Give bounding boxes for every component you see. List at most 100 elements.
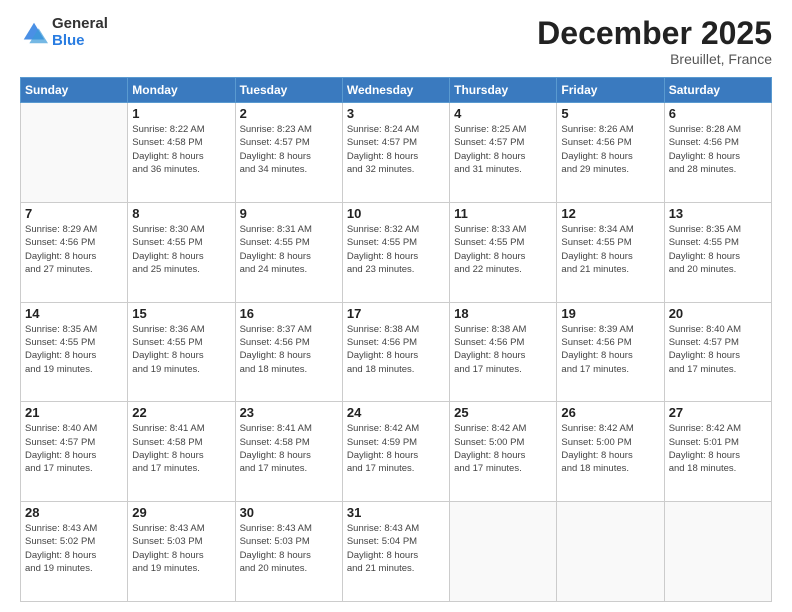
table-row: 5Sunrise: 8:26 AMSunset: 4:56 PMDaylight… [557,103,664,203]
day-number: 31 [347,505,445,520]
table-row: 22Sunrise: 8:41 AMSunset: 4:58 PMDayligh… [128,402,235,502]
day-info: Sunrise: 8:42 AMSunset: 4:59 PMDaylight:… [347,422,445,475]
calendar-table: Sunday Monday Tuesday Wednesday Thursday… [20,77,772,602]
day-number: 5 [561,106,659,121]
logo: General Blue [20,16,108,49]
day-number: 17 [347,306,445,321]
day-info: Sunrise: 8:42 AMSunset: 5:00 PMDaylight:… [561,422,659,475]
calendar-week-row: 7 Sunrise: 8:29 AMSunset: 4:56 PMDaylight… [21,202,772,302]
day-number: 11 [454,206,552,221]
day-number: 30 [240,505,338,520]
logo-text: General Blue [52,16,108,49]
day-number: 1 [132,106,230,121]
day-number: 15 [132,306,230,321]
table-row: 27Sunrise: 8:42 AMSunset: 5:01 PMDayligh… [664,402,771,502]
table-row [21,103,128,203]
table-row: 4 Sunrise: 8:25 AMSunset: 4:57 PMDaylight… [450,103,557,203]
day-info: Sunrise: 8:29 AMSunset: 4:56 PMDaylight:… [25,223,123,276]
day-info: Sunrise: 8:40 AMSunset: 4:57 PMDaylight:… [669,323,767,376]
day-number: 14 [25,306,123,321]
table-row: 14 Sunrise: 8:35 AMSunset: 4:55 PMDayligh… [21,302,128,402]
col-friday: Friday [557,78,664,103]
table-row: 18 Sunrise: 8:38 AMSunset: 4:56 PMDayligh… [450,302,557,402]
logo-blue-text: Blue [52,33,108,50]
table-row: 15 Sunrise: 8:36 AMSunset: 4:55 PMDayligh… [128,302,235,402]
day-number: 6 [669,106,767,121]
day-info: Sunrise: 8:43 AMSunset: 5:03 PMDaylight:… [240,522,338,575]
day-info: Sunrise: 8:35 AMSunset: 4:55 PMDaylight:… [669,223,767,276]
table-row: 7 Sunrise: 8:29 AMSunset: 4:56 PMDaylight… [21,202,128,302]
table-row: 23 Sunrise: 8:41 AMSunset: 4:58 PMDayligh… [235,402,342,502]
day-info: Sunrise: 8:33 AMSunset: 4:55 PMDaylight:… [454,223,552,276]
table-row: 31 Sunrise: 8:43 AMSunset: 5:04 PMDayligh… [342,502,449,602]
col-tuesday: Tuesday [235,78,342,103]
logo-general-text: General [52,16,108,33]
table-row [664,502,771,602]
table-row: 9Sunrise: 8:31 AMSunset: 4:55 PMDaylight… [235,202,342,302]
table-row: 30 Sunrise: 8:43 AMSunset: 5:03 PMDayligh… [235,502,342,602]
day-number: 19 [561,306,659,321]
day-info: Sunrise: 8:43 AMSunset: 5:04 PMDaylight:… [347,522,445,575]
day-info: Sunrise: 8:36 AMSunset: 4:55 PMDaylight:… [132,323,230,376]
day-number: 22 [132,405,230,420]
calendar-week-row: 28 Sunrise: 8:43 AMSunset: 5:02 PMDayligh… [21,502,772,602]
table-row [557,502,664,602]
table-row: 21 Sunrise: 8:40 AMSunset: 4:57 PMDayligh… [21,402,128,502]
table-row: 11 Sunrise: 8:33 AMSunset: 4:55 PMDayligh… [450,202,557,302]
day-info: Sunrise: 8:41 AMSunset: 4:58 PMDaylight:… [240,422,338,475]
day-number: 29 [132,505,230,520]
col-wednesday: Wednesday [342,78,449,103]
table-row: 19Sunrise: 8:39 AMSunset: 4:56 PMDayligh… [557,302,664,402]
day-number: 8 [132,206,230,221]
month-title: December 2025 [537,16,772,51]
location-subtitle: Breuillet, France [537,51,772,67]
title-block: December 2025 Breuillet, France [537,16,772,67]
day-info: Sunrise: 8:30 AMSunset: 4:55 PMDaylight:… [132,223,230,276]
table-row: 16Sunrise: 8:37 AMSunset: 4:56 PMDayligh… [235,302,342,402]
day-number: 24 [347,405,445,420]
day-info: Sunrise: 8:42 AMSunset: 5:00 PMDaylight:… [454,422,552,475]
day-number: 12 [561,206,659,221]
day-info: Sunrise: 8:43 AMSunset: 5:03 PMDaylight:… [132,522,230,575]
day-number: 13 [669,206,767,221]
day-info: Sunrise: 8:37 AMSunset: 4:56 PMDaylight:… [240,323,338,376]
day-info: Sunrise: 8:31 AMSunset: 4:55 PMDaylight:… [240,223,338,276]
day-info: Sunrise: 8:42 AMSunset: 5:01 PMDaylight:… [669,422,767,475]
day-number: 25 [454,405,552,420]
day-number: 28 [25,505,123,520]
day-info: Sunrise: 8:34 AMSunset: 4:55 PMDaylight:… [561,223,659,276]
day-number: 21 [25,405,123,420]
day-number: 7 [25,206,123,221]
day-number: 20 [669,306,767,321]
col-sunday: Sunday [21,78,128,103]
col-monday: Monday [128,78,235,103]
table-row: 10Sunrise: 8:32 AMSunset: 4:55 PMDayligh… [342,202,449,302]
table-row: 24 Sunrise: 8:42 AMSunset: 4:59 PMDayligh… [342,402,449,502]
day-number: 4 [454,106,552,121]
day-info: Sunrise: 8:22 AMSunset: 4:58 PMDaylight:… [132,123,230,176]
day-number: 2 [240,106,338,121]
table-row: 2Sunrise: 8:23 AMSunset: 4:57 PMDaylight… [235,103,342,203]
page: General Blue December 2025 Breuillet, Fr… [0,0,792,612]
table-row: 26 Sunrise: 8:42 AMSunset: 5:00 PMDayligh… [557,402,664,502]
table-row [450,502,557,602]
table-row: 12 Sunrise: 8:34 AMSunset: 4:55 PMDayligh… [557,202,664,302]
table-row: 25 Sunrise: 8:42 AMSunset: 5:00 PMDayligh… [450,402,557,502]
day-number: 18 [454,306,552,321]
header: General Blue December 2025 Breuillet, Fr… [20,16,772,67]
day-info: Sunrise: 8:25 AMSunset: 4:57 PMDaylight:… [454,123,552,176]
day-number: 10 [347,206,445,221]
day-info: Sunrise: 8:35 AMSunset: 4:55 PMDaylight:… [25,323,123,376]
day-number: 3 [347,106,445,121]
day-info: Sunrise: 8:38 AMSunset: 4:56 PMDaylight:… [347,323,445,376]
day-info: Sunrise: 8:38 AMSunset: 4:56 PMDaylight:… [454,323,552,376]
day-number: 23 [240,405,338,420]
day-number: 26 [561,405,659,420]
table-row: 6 Sunrise: 8:28 AMSunset: 4:56 PMDaylight… [664,103,771,203]
day-info: Sunrise: 8:28 AMSunset: 4:56 PMDaylight:… [669,123,767,176]
table-row: 28 Sunrise: 8:43 AMSunset: 5:02 PMDayligh… [21,502,128,602]
day-info: Sunrise: 8:43 AMSunset: 5:02 PMDaylight:… [25,522,123,575]
day-info: Sunrise: 8:40 AMSunset: 4:57 PMDaylight:… [25,422,123,475]
calendar-week-row: 21 Sunrise: 8:40 AMSunset: 4:57 PMDayligh… [21,402,772,502]
logo-icon [20,19,48,47]
